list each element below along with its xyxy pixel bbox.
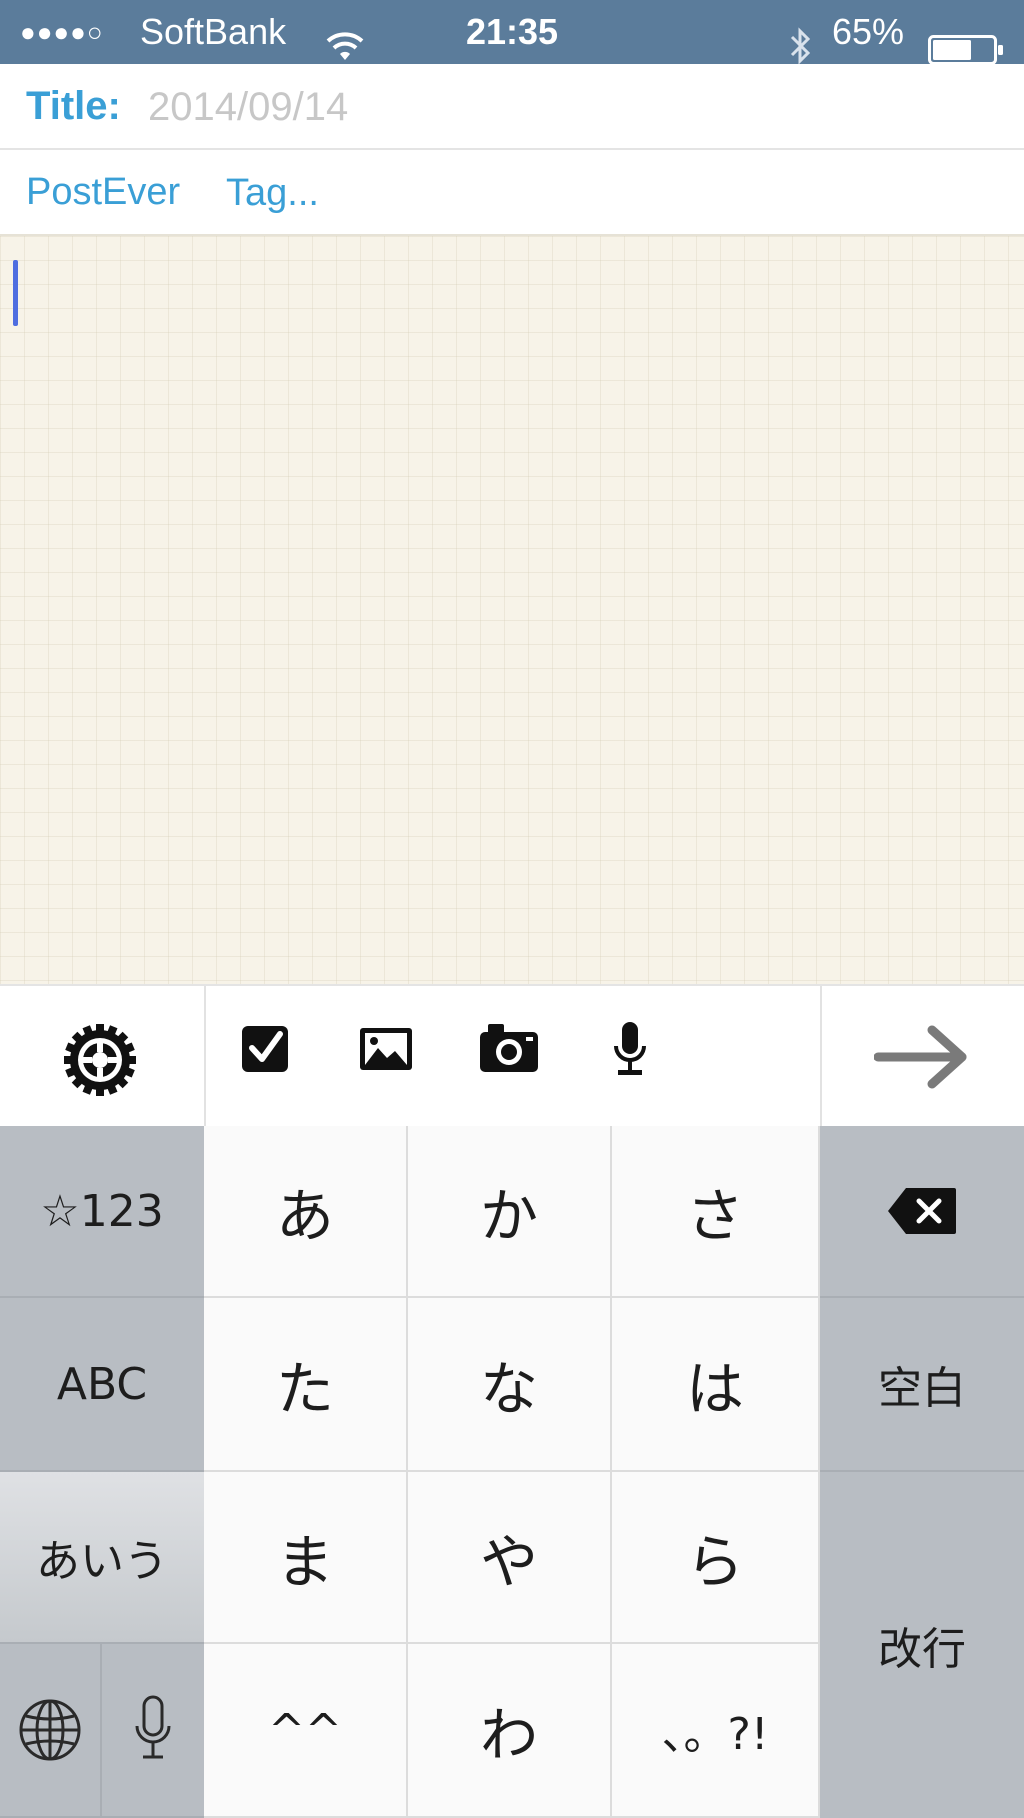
kana-key-sa[interactable]: さ	[612, 1126, 820, 1298]
microphone-icon[interactable]	[608, 1020, 652, 1078]
title-input[interactable]	[146, 78, 990, 136]
title-label: Title:	[26, 84, 121, 128]
checkbox-icon[interactable]	[240, 1022, 292, 1074]
send-button[interactable]	[820, 986, 1024, 1128]
text-cursor	[13, 260, 18, 326]
status-bar: ●●●●○ SoftBank 21:35 65%	[0, 0, 1024, 65]
title-row: Title:	[0, 64, 1024, 150]
emoticon-key[interactable]: ^^	[204, 1644, 408, 1818]
kana-mode-key[interactable]: あいう	[0, 1472, 204, 1644]
kana-key-wa[interactable]: わ	[408, 1644, 612, 1818]
note-body-editor[interactable]	[0, 236, 1024, 984]
tag-row: PostEver	[0, 150, 1024, 236]
kana-key-ha[interactable]: は	[612, 1298, 820, 1472]
battery-percent: 65%	[832, 11, 905, 52]
return-key[interactable]: 改行	[820, 1472, 1024, 1818]
kana-key-ka[interactable]: か	[408, 1126, 612, 1298]
tag-input[interactable]	[224, 164, 988, 222]
numbers-mode-key[interactable]: ☆123	[0, 1126, 204, 1298]
kana-key-ma[interactable]: ま	[204, 1472, 408, 1644]
kana-key-a[interactable]: あ	[204, 1126, 408, 1298]
gear-icon	[64, 1024, 136, 1096]
editor-toolbar	[0, 984, 1024, 1128]
delete-key[interactable]	[820, 1126, 1024, 1298]
kana-key-ra[interactable]: ら	[612, 1472, 820, 1644]
photo-icon[interactable]	[358, 1024, 414, 1074]
abc-mode-key[interactable]: ABC	[0, 1298, 204, 1472]
space-key[interactable]: 空白	[820, 1298, 1024, 1472]
kana-key-ta[interactable]: た	[204, 1298, 408, 1472]
microphone-icon	[135, 1695, 171, 1759]
punctuation-key[interactable]: 、。?!	[612, 1644, 820, 1818]
camera-icon[interactable]	[478, 1020, 540, 1076]
japanese-kana-keyboard: ☆123 ABC あいう あ か さ た な は ま や ら ^^ わ 、。?!	[0, 1126, 1024, 1818]
kana-key-na[interactable]: な	[408, 1298, 612, 1472]
settings-button[interactable]	[0, 986, 206, 1128]
arrow-right-icon	[874, 1025, 967, 1089]
globe-key[interactable]	[0, 1644, 102, 1818]
dictation-key[interactable]	[102, 1644, 204, 1818]
backspace-icon	[888, 1188, 956, 1234]
globe-icon	[19, 1699, 81, 1761]
kana-key-ya[interactable]: や	[408, 1472, 612, 1644]
notebook-selector[interactable]: PostEver	[26, 150, 180, 234]
